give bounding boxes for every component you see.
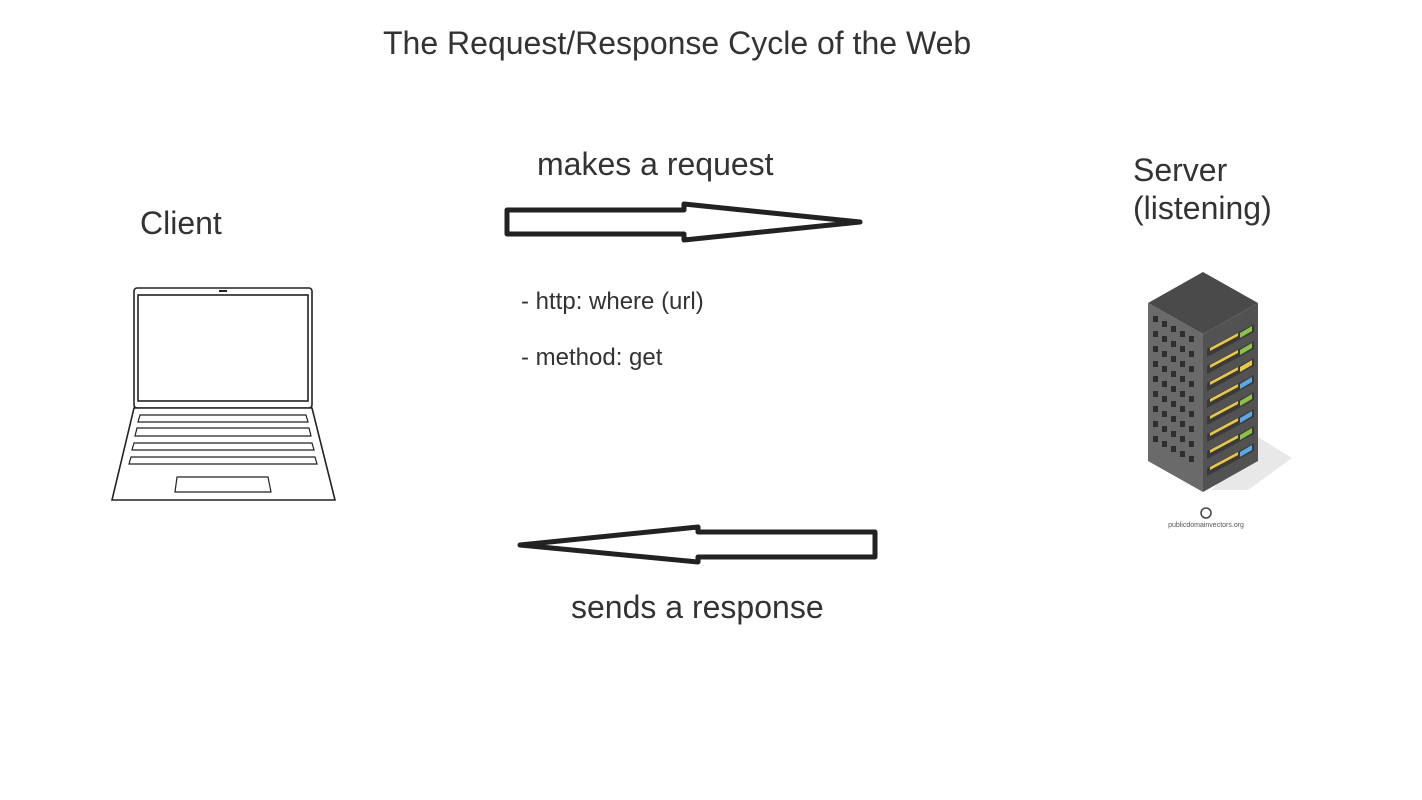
server-vent bbox=[1162, 321, 1167, 327]
server-vent bbox=[1180, 331, 1185, 337]
server-vent bbox=[1171, 431, 1176, 437]
server-vent bbox=[1180, 346, 1185, 352]
server-vent bbox=[1180, 361, 1185, 367]
server-vent bbox=[1189, 411, 1194, 417]
server-vent bbox=[1162, 336, 1167, 342]
server-vent bbox=[1153, 436, 1158, 442]
server-rack-icon: publicdomainvectors.org bbox=[1148, 272, 1292, 529]
server-vent bbox=[1189, 426, 1194, 432]
server-vent bbox=[1162, 411, 1167, 417]
server-vent bbox=[1180, 391, 1185, 397]
server-vent bbox=[1153, 316, 1158, 322]
server-vent bbox=[1189, 396, 1194, 402]
diagram-canvas: publicdomainvectors.org bbox=[110, 201, 1292, 565]
server-vent bbox=[1162, 366, 1167, 372]
server-vent bbox=[1180, 406, 1185, 412]
server-vent bbox=[1171, 356, 1176, 362]
server-vent bbox=[1162, 351, 1167, 357]
laptop-icon bbox=[110, 287, 337, 501]
server-vent bbox=[1171, 386, 1176, 392]
server-vent bbox=[1171, 341, 1176, 347]
server-vent bbox=[1189, 366, 1194, 372]
server-vent bbox=[1171, 326, 1176, 332]
server-vent bbox=[1153, 406, 1158, 412]
server-vent bbox=[1189, 456, 1194, 462]
credit-logo-icon bbox=[1200, 507, 1212, 519]
server-vent bbox=[1162, 396, 1167, 402]
server-vent bbox=[1189, 336, 1194, 342]
request-arrow bbox=[504, 201, 863, 243]
server-vent bbox=[1189, 441, 1194, 447]
server-vent bbox=[1153, 376, 1158, 382]
server-vent bbox=[1153, 421, 1158, 427]
response-arrow bbox=[517, 524, 878, 565]
server-vent bbox=[1171, 416, 1176, 422]
server-vent bbox=[1189, 351, 1194, 357]
server-vent bbox=[1171, 371, 1176, 377]
server-vent bbox=[1171, 401, 1176, 407]
server-vent bbox=[1162, 426, 1167, 432]
server-vent bbox=[1180, 421, 1185, 427]
server-vent bbox=[1153, 346, 1158, 352]
server-vent bbox=[1153, 331, 1158, 337]
server-vent bbox=[1180, 451, 1185, 457]
server-vent bbox=[1189, 381, 1194, 387]
server-vent bbox=[1162, 381, 1167, 387]
server-vent bbox=[1180, 376, 1185, 382]
server-vent bbox=[1162, 441, 1167, 447]
server-credit: publicdomainvectors.org bbox=[1168, 522, 1244, 529]
server-vent bbox=[1153, 391, 1158, 397]
server-vent bbox=[1153, 361, 1158, 367]
server-vent bbox=[1171, 446, 1176, 452]
server-vent bbox=[1180, 436, 1185, 442]
